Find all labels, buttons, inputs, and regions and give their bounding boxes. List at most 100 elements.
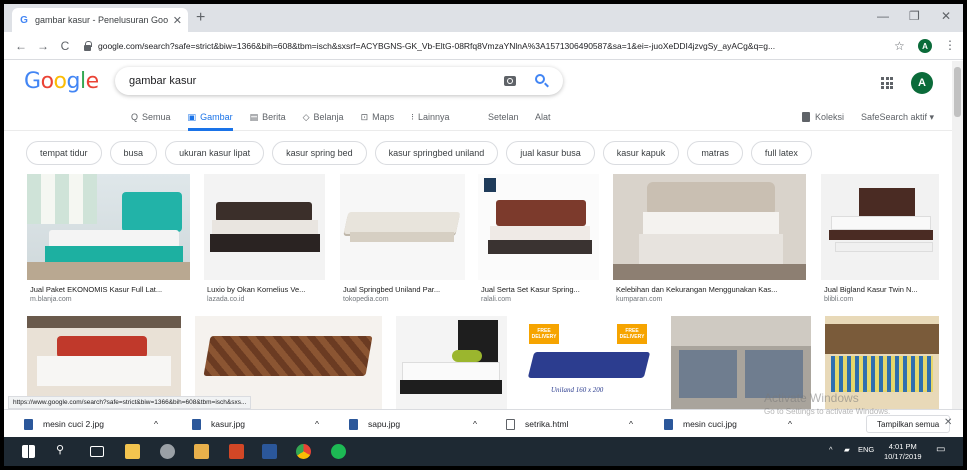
tools-link[interactable]: Alat [535, 107, 551, 127]
restore-icon[interactable]: ❐ [909, 9, 920, 23]
result-title[interactable]: Kelebihan dan Kekurangan Menggunakan Kas… [616, 285, 806, 294]
system-clock[interactable]: 4:01 PM 10/17/2019 [884, 442, 922, 462]
chevron-up-icon[interactable]: ^ [473, 410, 477, 438]
status-url: https://www.google.com/search?safe=stric… [8, 396, 252, 409]
tab-semua[interactable]: Q Semua [131, 107, 171, 127]
result-title[interactable]: Jual Springbed Uniland Par... [343, 285, 465, 294]
tab-title: gambar kasur - Penelusuran Goo [35, 15, 169, 25]
result-title[interactable]: Luxio by Okan Kornelius Ve... [207, 285, 325, 294]
search-icon[interactable] [535, 74, 545, 84]
chip[interactable]: tempat tidur [26, 141, 102, 165]
url-text: google.com/search?safe=strict&biw=1366&b… [98, 41, 776, 51]
browser-menu-icon[interactable]: ⋮ [944, 38, 956, 52]
google-header: Google gambar kasur A Q Semua ▣ Gambar ▤ Be… [4, 61, 952, 131]
windows-start-icon[interactable] [22, 445, 35, 458]
back-icon[interactable]: ← [10, 39, 32, 53]
tab-lainnya[interactable]: ⁝ Lainnya [411, 107, 449, 127]
word-icon[interactable] [262, 444, 277, 459]
download-item[interactable]: setrika.html [506, 410, 568, 438]
result-source: lazada.co.id [207, 296, 245, 303]
close-shelf-icon[interactable]: ✕ [944, 417, 952, 428]
scroll-thumb[interactable] [954, 67, 961, 117]
file-explorer-icon[interactable] [125, 444, 140, 459]
browser-tab[interactable]: G gambar kasur - Penelusuran Goo ✕ [12, 8, 188, 32]
address-bar[interactable]: google.com/search?safe=strict&biw=1366&b… [82, 36, 888, 56]
activate-windows-watermark: Activate Windows Go to Settings to activ… [764, 391, 891, 417]
tab-strip: G gambar kasur - Penelusuran Goo ✕ + — ❐… [4, 4, 963, 32]
result-title[interactable]: Jual Bigland Kasur Twin N... [824, 285, 939, 294]
tab-close-icon[interactable]: ✕ [173, 14, 182, 27]
lock-icon [82, 41, 92, 51]
result-source: blibli.com [824, 296, 854, 303]
page-scrollbar[interactable] [952, 61, 963, 409]
minimize-icon[interactable]: — [877, 9, 889, 23]
search-input[interactable]: gambar kasur [115, 67, 563, 95]
image-file-icon [349, 418, 358, 430]
result-image[interactable] [478, 174, 599, 280]
powerpoint-icon[interactable] [229, 444, 244, 459]
result-title[interactable]: Jual Serta Set Kasur Spring... [481, 285, 599, 294]
chip[interactable]: ukuran kasur lipat [165, 141, 265, 165]
chip[interactable]: kasur spring bed [272, 141, 367, 165]
search-taskbar-icon[interactable]: ⚲ [56, 443, 64, 456]
tab-berita[interactable]: ▤ Berita [250, 107, 286, 127]
download-item[interactable]: sapu.jpg [349, 410, 400, 438]
chip[interactable]: busa [109, 141, 158, 165]
image-file-icon [192, 418, 201, 430]
reload-icon[interactable]: C [54, 39, 76, 53]
language-indicator[interactable]: ENG [858, 445, 874, 454]
download-item[interactable]: kasur.jpg [192, 410, 245, 438]
forward-icon[interactable]: → [32, 39, 54, 53]
collections-link[interactable]: Koleksi [802, 107, 844, 127]
download-item[interactable]: mesin cuci.jpg [664, 410, 737, 438]
network-icon[interactable]: ▰ [844, 445, 850, 454]
chevron-up-icon[interactable]: ^ [629, 410, 633, 438]
result-source: ralali.com [481, 296, 511, 303]
safesearch-toggle[interactable]: SafeSearch aktif ▾ [861, 107, 934, 127]
result-image[interactable] [821, 174, 939, 280]
chevron-up-icon[interactable]: ^ [154, 410, 158, 438]
task-view-icon[interactable] [90, 446, 104, 457]
image-icon: ▣ [187, 111, 197, 122]
chip[interactable]: kasur kapuk [602, 141, 680, 165]
result-source: tokopedia.com [343, 296, 389, 303]
result-image[interactable] [340, 174, 465, 280]
settings-link[interactable]: Setelan [488, 107, 519, 127]
result-image[interactable] [613, 174, 806, 280]
html-file-icon [506, 418, 515, 430]
chip[interactable]: jual kasur busa [506, 141, 595, 165]
chip[interactable]: full latex [750, 141, 812, 165]
result-image[interactable] [396, 316, 507, 409]
app-icon[interactable] [160, 444, 175, 459]
apps-grid-icon[interactable] [881, 77, 893, 89]
close-window-icon[interactable]: ✕ [941, 9, 951, 23]
download-item[interactable]: mesin cuci 2.jpg [24, 410, 104, 438]
tab-maps[interactable]: ⊡ Maps [361, 107, 395, 127]
image-file-icon [664, 418, 673, 430]
profile-avatar-small[interactable]: A [918, 39, 932, 53]
notifications-icon[interactable]: ▭ [936, 444, 945, 455]
store-icon[interactable] [194, 444, 209, 459]
tag-icon: ◇ [302, 111, 310, 122]
taskbar: ⚲ ^ ▰ ENG 4:01 PM 10/17/2019 ▭ [4, 437, 963, 466]
more-icon: ⁝ [411, 111, 414, 122]
bookmark-star-icon[interactable]: ☆ [894, 39, 905, 53]
result-image[interactable]: FREE DELIVERY FREE DELIVERY Uniland 160 … [521, 316, 657, 409]
chrome-icon[interactable] [296, 444, 311, 459]
new-tab-icon[interactable]: + [196, 10, 205, 26]
google-logo[interactable]: Google [24, 69, 99, 94]
result-title[interactable]: Jual Paket EKONOMIS Kasur Full Lat... [30, 285, 190, 294]
chip[interactable]: matras [687, 141, 743, 165]
camera-search-icon[interactable] [504, 76, 516, 86]
chevron-up-tray-icon[interactable]: ^ [829, 445, 833, 454]
chip[interactable]: kasur springbed uniland [374, 141, 499, 165]
result-image[interactable] [204, 174, 325, 280]
chevron-up-icon[interactable]: ^ [315, 410, 319, 438]
spotify-icon[interactable] [331, 444, 346, 459]
google-favicon-icon: G [20, 14, 28, 26]
news-icon: ▤ [249, 111, 259, 122]
account-avatar[interactable]: A [911, 72, 933, 94]
tab-belanja[interactable]: ◇ Belanja [303, 107, 344, 127]
tab-gambar[interactable]: ▣ Gambar [187, 107, 233, 131]
result-image[interactable] [27, 174, 190, 280]
